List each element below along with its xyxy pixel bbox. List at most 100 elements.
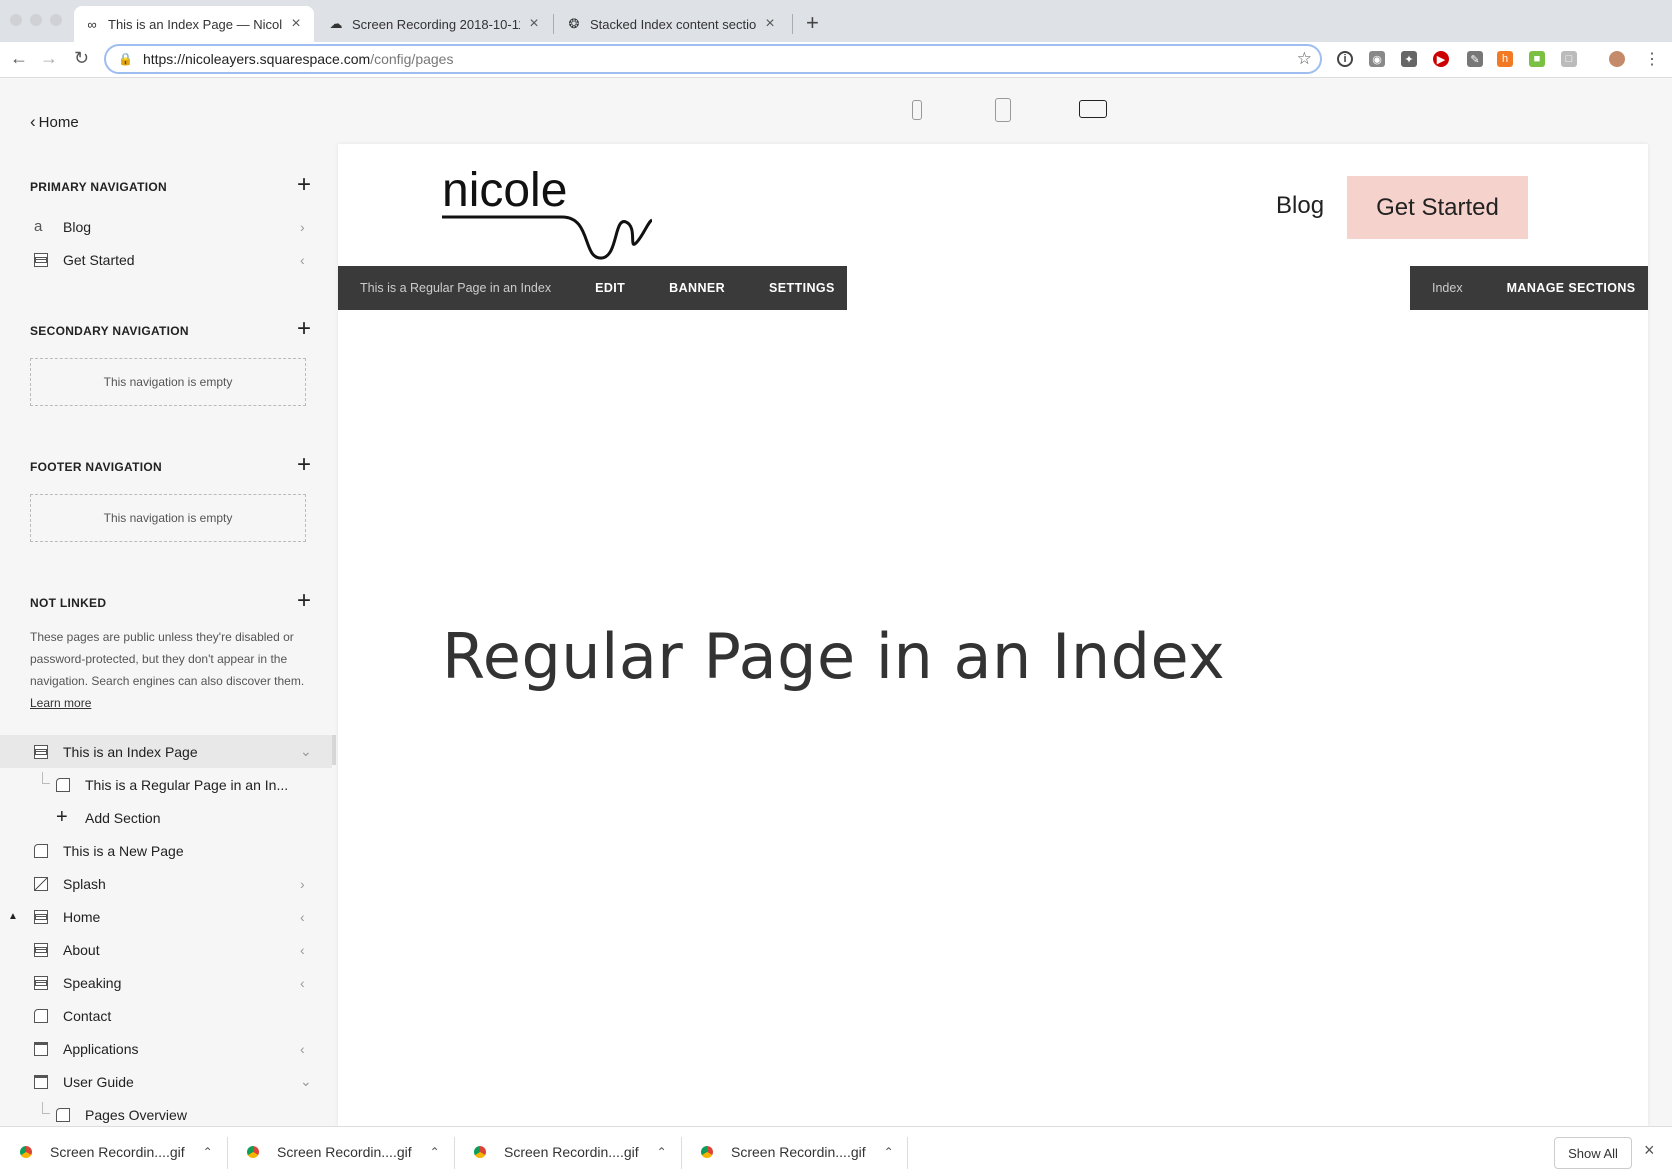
download-item[interactable]: Screen Recordin....gif ⌃ [701, 1127, 894, 1176]
sidebar-item-home[interactable]: ▲ Home ‹ [0, 900, 332, 933]
tab-title: This is an Index Page — Nicole [108, 16, 282, 32]
sidebar-item-index-page[interactable]: This is an Index Page ⌄ [0, 735, 332, 768]
chrome-file-icon [474, 1146, 486, 1158]
back-home-link[interactable]: ‹ Home [30, 112, 79, 132]
new-tab-button[interactable]: + [806, 10, 819, 36]
download-item[interactable]: Screen Recordin....gif ⌃ [247, 1127, 440, 1176]
chevron-right-icon: › [300, 218, 305, 235]
profile-avatar[interactable] [1609, 51, 1625, 67]
eyedropper-icon[interactable]: ✎ [1467, 51, 1483, 67]
password-manager-icon[interactable]: i [1337, 51, 1353, 67]
sidebar-item-new-page[interactable]: This is a New Page [0, 834, 332, 867]
chevron-up-icon[interactable]: ⌃ [203, 1145, 213, 1159]
add-section-label: Add Section [85, 809, 161, 826]
download-separator [227, 1137, 228, 1169]
index-icon [34, 744, 48, 759]
chat-extension-icon[interactable]: ■ [1529, 51, 1545, 67]
tab-title: Screen Recording 2018-10-11 a [352, 16, 520, 32]
sidebar-scrollbar[interactable] [332, 735, 336, 765]
chevron-left-icon: ‹ [300, 251, 305, 268]
chevron-up-icon[interactable]: ⌃ [430, 1145, 440, 1159]
manage-sections-button[interactable]: MANAGE SECTIONS [1507, 281, 1636, 295]
tab-close-icon[interactable]: × [526, 15, 542, 33]
site-nav-blog[interactable]: Blog [1276, 192, 1324, 220]
record-icon[interactable]: ▶ [1433, 51, 1449, 67]
chevron-up-icon[interactable]: ⌃ [884, 1145, 894, 1159]
sidebar-item-get-started[interactable]: Get Started ‹ [0, 243, 332, 276]
desktop-view-icon[interactable] [1079, 100, 1107, 118]
splash-icon [34, 876, 48, 891]
browser-tab-screen-recording[interactable]: ☁ Screen Recording 2018-10-11 a × [318, 6, 552, 42]
page-icon [34, 1008, 48, 1023]
index-edit-bar: Index MANAGE SECTIONS [1410, 266, 1648, 310]
honey-extension-icon[interactable]: h [1497, 51, 1513, 67]
bookmark-star-icon[interactable]: ☆ [1297, 49, 1312, 69]
logo-text: nicole [442, 164, 567, 217]
add-secondary-page-button[interactable]: + [294, 317, 314, 341]
back-arrow-icon[interactable]: ← [10, 48, 28, 69]
camera-icon[interactable]: ◉ [1369, 51, 1385, 67]
add-not-linked-page-button[interactable]: + [294, 589, 314, 613]
banner-button[interactable]: BANNER [669, 281, 725, 295]
page-headline: Regular Page in an Index [442, 620, 1226, 693]
folder-icon [34, 1041, 48, 1056]
squarespace-icon: ❂ [568, 16, 580, 31]
extension-bird-icon[interactable]: ✦ [1401, 51, 1417, 67]
sidebar-item-blog[interactable]: a Blog › [0, 210, 332, 243]
window-zoom-button[interactable] [50, 14, 62, 26]
browser-toolbar: ← → ↻ 🔒 https://nicoleayers.squarespace.… [0, 42, 1672, 78]
add-footer-page-button[interactable]: + [294, 453, 314, 477]
show-all-downloads-button[interactable]: Show All [1554, 1137, 1632, 1169]
cloud-app-icon: ☁ [329, 16, 343, 31]
learn-more-link[interactable]: Learn more [30, 696, 91, 710]
mobile-view-icon[interactable] [912, 100, 922, 120]
close-downloads-icon[interactable]: × [1644, 1140, 1655, 1161]
nicole-logo: nicole [442, 164, 652, 260]
add-primary-page-button[interactable]: + [294, 173, 314, 197]
browser-menu-icon[interactable]: ⋮ [1644, 49, 1660, 69]
sidebar-item-applications[interactable]: Applications ‹ [0, 1032, 332, 1065]
sidebar-item-speaking[interactable]: Speaking ‹ [0, 966, 332, 999]
sidebar-item-contact[interactable]: Contact [0, 999, 332, 1032]
sidebar-item-user-guide[interactable]: User Guide ⌄ [0, 1065, 332, 1098]
sidebar-item-pages-overview[interactable]: Pages Overview [0, 1098, 332, 1126]
add-section-button[interactable]: + Add Section [0, 801, 332, 834]
browser-tab-stacked-index[interactable]: ❂ Stacked Index content section × [556, 6, 788, 42]
url-host: https://nicoleayers.squarespace.com [142, 51, 371, 67]
reload-icon[interactable]: ↻ [74, 48, 89, 69]
download-item[interactable]: Screen Recordin....gif ⌃ [20, 1127, 213, 1176]
comment-extension-icon[interactable]: □ [1561, 51, 1577, 67]
window-close-button[interactable] [10, 14, 22, 26]
sidebar-item-about[interactable]: About ‹ [0, 933, 332, 966]
sidebar-item-label: This is an Index Page [63, 743, 198, 760]
sidebar-item-regular-page[interactable]: This is a Regular Page in an In... [0, 768, 332, 801]
tab-title: Stacked Index content section [590, 16, 756, 32]
chevron-down-icon: ⌄ [300, 743, 312, 759]
tablet-view-icon[interactable] [995, 98, 1011, 122]
download-item[interactable]: Screen Recordin....gif ⌃ [474, 1127, 667, 1176]
browser-tab-index-page[interactable]: ∞ This is an Index Page — Nicole × [74, 6, 314, 42]
window-minimize-button[interactable] [30, 14, 42, 26]
chevron-left-icon: ‹ [30, 112, 36, 131]
settings-button[interactable]: SETTINGS [769, 281, 835, 295]
tab-close-icon[interactable]: × [762, 15, 778, 33]
tab-separator [792, 14, 793, 34]
back-home-label: Home [38, 113, 79, 131]
index-icon [34, 975, 48, 990]
edit-button[interactable]: EDIT [595, 281, 625, 295]
sidebar-item-splash[interactable]: Splash › [0, 867, 332, 900]
get-started-button[interactable]: Get Started [1347, 176, 1528, 239]
sidebar-item-label: Applications [63, 1040, 139, 1057]
forward-arrow-icon[interactable]: → [40, 48, 58, 69]
url-path: /config/pages [370, 51, 454, 67]
footer-empty-state: This navigation is empty [30, 494, 306, 542]
page-edit-bar: This is a Regular Page in an Index EDIT … [338, 266, 847, 310]
tab-close-icon[interactable]: × [288, 15, 304, 33]
download-filename: Screen Recordin....gif [504, 1144, 639, 1160]
address-bar[interactable]: 🔒 https://nicoleayers.squarespace.com/co… [104, 44, 1322, 74]
link-icon: a [34, 218, 43, 235]
chevron-up-icon[interactable]: ⌃ [657, 1145, 667, 1159]
chrome-file-icon [247, 1146, 259, 1158]
download-filename: Screen Recordin....gif [277, 1144, 412, 1160]
sidebar-item-label: This is a New Page [63, 842, 184, 859]
